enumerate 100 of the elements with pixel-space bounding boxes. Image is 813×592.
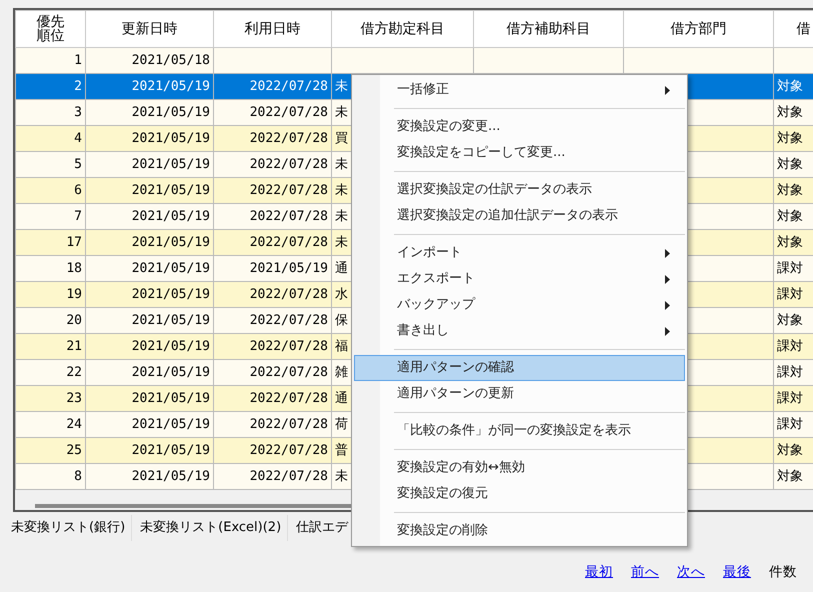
table-cell: 未 <box>335 78 348 94</box>
table-cell: 課対 <box>777 286 803 302</box>
submenu-arrow-icon <box>665 86 670 94</box>
table-cell: 2 <box>74 78 82 94</box>
table-cell: 未 <box>335 234 348 250</box>
table-cell: 2022/07/28 <box>250 78 328 94</box>
table-cell: 2021/05/19 <box>132 156 210 172</box>
table-cell: 未 <box>335 182 348 198</box>
table-cell: 2021/05/19 <box>132 260 210 276</box>
menu-item[interactable]: 変換設定をコピーして変更... <box>354 140 685 166</box>
table-cell: 未 <box>335 156 348 172</box>
table-cell: 課対 <box>777 260 803 276</box>
menu-item[interactable]: 適用パターンの確認 <box>354 355 685 381</box>
table-cell: 2022/07/28 <box>250 156 328 172</box>
table-cell: 買 <box>335 130 348 146</box>
count-label: 件数 <box>769 563 797 582</box>
menu-item[interactable]: インポート <box>354 240 685 266</box>
table-cell: 2022/07/28 <box>250 286 328 302</box>
menu-item[interactable]: エクスポート <box>354 266 685 292</box>
pager-link[interactable]: 前へ <box>631 562 659 582</box>
table-cell: 2022/07/28 <box>250 208 328 224</box>
table-cell: 2022/07/28 <box>250 130 328 146</box>
menu-item[interactable]: 変換設定の変更... <box>354 114 685 140</box>
table-cell: 荷 <box>335 416 348 432</box>
table-cell: 対象 <box>777 156 803 172</box>
pager-link[interactable]: 次へ <box>677 562 705 582</box>
menu-item[interactable]: 変換設定の復元 <box>354 481 685 507</box>
table-cell: 未 <box>335 104 348 120</box>
table-cell: 2022/07/28 <box>250 338 328 354</box>
table-cell: 普 <box>335 442 348 458</box>
table-cell: 課対 <box>777 416 803 432</box>
table-cell: 対象 <box>777 442 803 458</box>
table-cell: 対象 <box>777 234 803 250</box>
table-cell: 2021/05/19 <box>132 182 210 198</box>
menu-item[interactable]: 選択変換設定の追加仕訳データの表示 <box>354 203 685 229</box>
menu-item[interactable]: 適用パターンの更新 <box>354 381 685 407</box>
table-cell: 2021/05/19 <box>132 208 210 224</box>
table-cell: 20 <box>66 312 82 328</box>
table-cell: 6 <box>74 182 82 198</box>
table-cell: 25 <box>66 442 82 458</box>
menu-item[interactable]: 選択変換設定の仕訳データの表示 <box>354 177 685 203</box>
table-cell: 7 <box>74 208 82 224</box>
table-cell: 2022/07/28 <box>250 416 328 432</box>
table-cell: 2022/07/28 <box>250 390 328 406</box>
menu-item[interactable]: 一括修正 <box>354 77 685 103</box>
table-cell: 2022/07/28 <box>250 104 328 120</box>
table-cell: 22 <box>66 364 82 380</box>
table-cell: 未 <box>335 468 348 484</box>
table-cell: 2021/05/19 <box>132 286 210 302</box>
table-cell: 未 <box>335 208 348 224</box>
table-cell: 対象 <box>777 312 803 328</box>
column-header[interactable]: 借方部門 <box>670 21 726 37</box>
table-cell: 課対 <box>777 338 803 354</box>
table-cell: 2021/05/19 <box>132 416 210 432</box>
submenu-arrow-icon <box>665 248 670 258</box>
table-cell: 対象 <box>777 78 803 94</box>
table-cell: 17 <box>66 234 82 250</box>
table-cell: 21 <box>66 338 82 354</box>
table-cell: 2021/05/19 <box>132 130 210 146</box>
table-cell: 24 <box>66 416 82 432</box>
table-cell: 2021/05/19 <box>132 338 210 354</box>
table-cell: 8 <box>74 468 82 484</box>
table-cell: 通 <box>335 390 348 406</box>
table-cell: 2022/07/28 <box>250 234 328 250</box>
table-cell: 2021/05/19 <box>250 260 328 276</box>
table-cell: 通 <box>335 260 348 276</box>
table-cell: 課対 <box>777 364 803 380</box>
menu-item[interactable]: 変換設定の削除 <box>354 518 685 544</box>
table-cell: 課対 <box>777 390 803 406</box>
table-cell: 4 <box>74 130 82 146</box>
table-cell: 対象 <box>777 130 803 146</box>
table-cell: 2022/07/28 <box>250 182 328 198</box>
pager-link[interactable]: 最後 <box>723 562 751 582</box>
table-cell: 3 <box>74 104 82 120</box>
table-cell: 2022/07/28 <box>250 468 328 484</box>
table-cell: 対象 <box>777 104 803 120</box>
table-cell: 2021/05/19 <box>132 234 210 250</box>
table-row[interactable]: 1 2021/05/18 <box>16 48 813 74</box>
table-cell: 2022/07/28 <box>250 312 328 328</box>
table-cell: 2021/05/19 <box>132 442 210 458</box>
table-cell: 水 <box>335 286 348 302</box>
table-cell: 雑 <box>335 364 348 380</box>
column-header[interactable]: 借 <box>796 21 810 37</box>
table-cell: 23 <box>66 390 82 406</box>
table-cell: 保 <box>335 312 348 328</box>
table-cell: 2021/05/19 <box>132 468 210 484</box>
table-cell: 5 <box>74 156 82 172</box>
table-cell: 対象 <box>777 182 803 198</box>
table-cell: 2021/05/19 <box>132 364 210 380</box>
pager-link[interactable]: 最初 <box>585 562 613 582</box>
table-cell: 2021/05/18 <box>132 52 210 68</box>
submenu-arrow-icon <box>665 274 670 284</box>
table-cell: 18 <box>66 260 82 276</box>
table-cell: 2022/07/28 <box>250 442 328 458</box>
table-cell: 2021/05/19 <box>132 78 210 94</box>
table-cell: 2021/05/19 <box>132 104 210 120</box>
table-cell: 対象 <box>777 208 803 224</box>
column-header[interactable]: 更新日時 <box>122 21 178 37</box>
menu-item[interactable]: バックアップ <box>354 292 685 318</box>
table-cell: 2022/07/28 <box>250 364 328 380</box>
